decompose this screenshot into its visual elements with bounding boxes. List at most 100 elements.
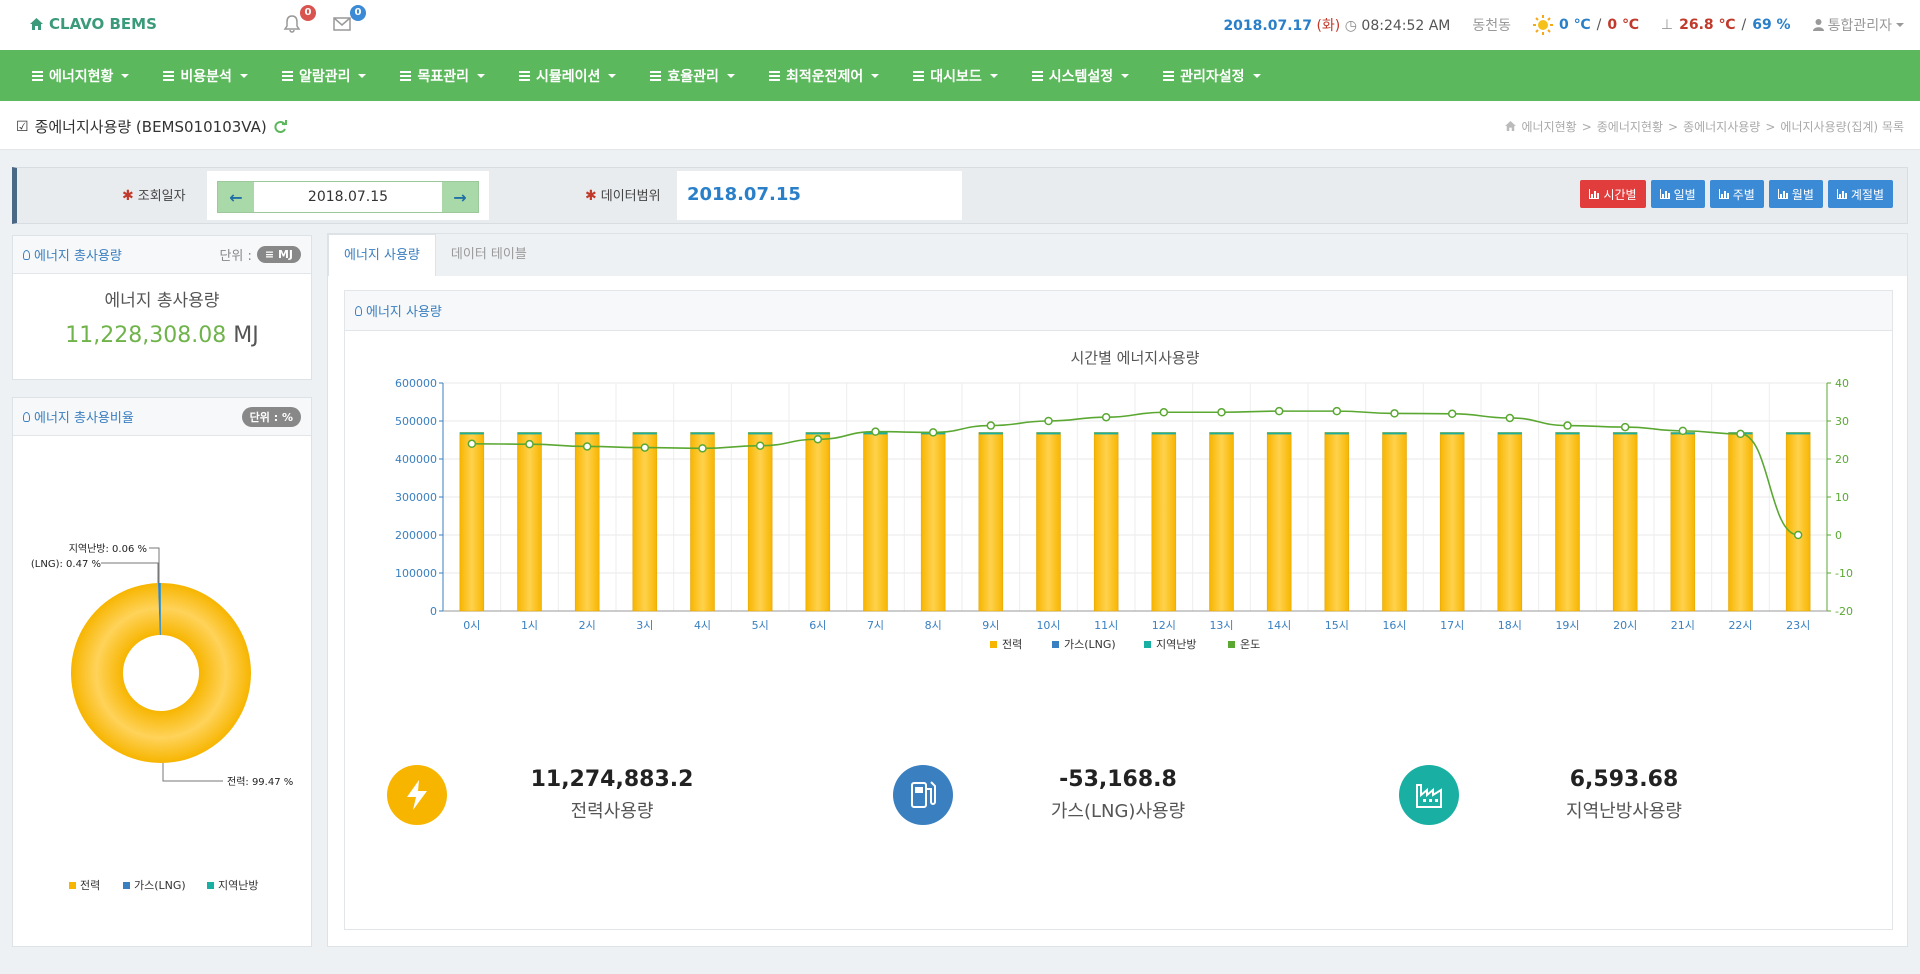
next-date-button[interactable]: → [442, 182, 478, 212]
temperature-point[interactable] [582, 442, 592, 451]
temperature-point[interactable] [1447, 409, 1457, 419]
date-input[interactable]: 2018.07.15 [254, 182, 442, 212]
bar-electric[interactable] [1036, 432, 1061, 612]
leader-line [162, 763, 223, 782]
period-button-4[interactable]: 계절별 [1827, 180, 1893, 208]
temperature-point[interactable] [928, 428, 938, 437]
temperature-point[interactable] [525, 439, 534, 449]
nav-item-2[interactable]: 알람관리 [281, 66, 367, 86]
caret-down-icon [1252, 73, 1261, 78]
bar-electric[interactable] [459, 432, 485, 612]
bar-electric[interactable] [690, 432, 715, 612]
bar-electric[interactable] [978, 432, 1004, 612]
temperature-point[interactable] [1274, 406, 1284, 416]
nav-item-0[interactable]: 에너지현황 [32, 66, 130, 86]
bar-electric[interactable] [1785, 432, 1811, 612]
nav-item-5[interactable]: 효율관리 [650, 66, 735, 86]
tab-1[interactable]: 데이터 테이블 [436, 234, 542, 276]
legend-label[interactable]: 가스(LNG) [1064, 638, 1116, 651]
breadcrumb-item[interactable]: 종에너지현황 [1597, 118, 1663, 135]
temperature-point[interactable] [986, 421, 996, 430]
bar-electric[interactable] [1612, 432, 1638, 612]
temperature-point[interactable] [640, 443, 650, 452]
temperature-point[interactable] [813, 434, 823, 444]
bar-electric[interactable] [1382, 432, 1407, 612]
nav-item-label: 에너지현황 [49, 68, 114, 85]
temperature-point[interactable] [1044, 416, 1053, 426]
total-usage-header-text: 에너지 총사용량 [34, 249, 122, 264]
breadcrumb-separator: > [1668, 119, 1679, 134]
bar-electric[interactable] [1209, 432, 1234, 612]
temperature-point[interactable] [755, 441, 765, 450]
temperature-point[interactable] [1101, 412, 1111, 422]
nav-item-1[interactable]: 비용분석 [163, 66, 248, 86]
temperature-point[interactable] [1620, 422, 1630, 432]
legend-label[interactable]: 가스(LNG) [134, 879, 186, 892]
prev-date-button[interactable]: ← [218, 182, 254, 212]
bar-district-cap [517, 432, 542, 435]
tab-0[interactable]: 에너지 사용량 [328, 234, 436, 276]
bar-electric[interactable] [805, 432, 831, 612]
period-button-3[interactable]: 월별 [1768, 180, 1823, 208]
bar-electric[interactable] [1266, 432, 1292, 612]
temperature-point[interactable] [1563, 421, 1572, 430]
alarm-button[interactable]: 0 [282, 5, 316, 36]
bar-electric[interactable] [1093, 432, 1119, 612]
temperature-point[interactable] [1793, 530, 1803, 540]
period-button-2[interactable]: 주별 [1709, 180, 1764, 208]
nav-item-6[interactable]: 최적운전제어 [768, 66, 880, 86]
temperature-point[interactable] [1505, 413, 1515, 423]
message-button[interactable]: 0 [332, 5, 366, 36]
temperature-point[interactable] [1159, 408, 1169, 417]
bar-electric[interactable] [517, 432, 542, 612]
bar-electric[interactable] [1324, 432, 1350, 612]
legend-label[interactable]: 지역난방 [218, 879, 258, 892]
breadcrumb-item[interactable]: 종에너지사용량 [1683, 118, 1760, 135]
legend-label[interactable]: 전력 [80, 879, 100, 892]
brand-logo[interactable]: CLAVO BEMS [30, 15, 157, 33]
arrow-left-icon: ← [229, 187, 243, 207]
temperature-point[interactable] [1736, 429, 1745, 439]
bar-electric[interactable] [863, 432, 888, 612]
bar-electric[interactable] [1728, 432, 1753, 612]
period-button-label: 일별 [1673, 187, 1696, 202]
bar-electric[interactable] [574, 432, 600, 612]
temperature-point[interactable] [1390, 409, 1399, 418]
period-button-label: 주별 [1732, 187, 1755, 202]
nav-item-8[interactable]: 시스템설정 [1031, 66, 1130, 86]
bar-electric[interactable] [632, 432, 658, 612]
temperature-point[interactable] [1332, 406, 1342, 416]
temperature-point[interactable] [467, 439, 477, 449]
bar-district-cap [690, 432, 715, 435]
x-tick-label: 23시 [1786, 619, 1810, 632]
nav-item-3[interactable]: 목표관리 [400, 66, 485, 86]
stat-electric-value: 11,274,883.2 [530, 767, 694, 792]
bar-electric[interactable] [920, 432, 946, 612]
breadcrumb-item[interactable]: 에너지사용량(집계) 목록 [1780, 118, 1904, 135]
nav-item-4[interactable]: 시뮬레이션 [519, 66, 617, 86]
temperature-point[interactable] [698, 444, 707, 453]
refresh-icon[interactable] [273, 119, 287, 134]
bar-electric[interactable] [1670, 432, 1696, 612]
nav-item-9[interactable]: 관리자설정 [1163, 66, 1261, 86]
bar-electric[interactable] [1555, 432, 1580, 612]
nav-item-7[interactable]: 대시보드 [913, 66, 998, 86]
temperature-point[interactable] [1217, 408, 1226, 417]
period-button-0[interactable]: 시간별 [1580, 180, 1646, 208]
donut-slice-0[interactable] [71, 583, 252, 763]
legend-label[interactable]: 전력 [1002, 638, 1022, 651]
period-button-1[interactable]: 일별 [1650, 180, 1705, 208]
header-status: 2018.07.17 (화) ◷ 08:24:52 AM 동천동 0 ℃ / 0… [1223, 15, 1904, 35]
temperature-point[interactable] [1678, 426, 1688, 436]
temperature-point[interactable] [871, 427, 880, 436]
legend-label[interactable]: 지역난방 [1156, 638, 1196, 651]
bar-electric[interactable] [1151, 432, 1177, 612]
breadcrumb-item[interactable]: 에너지현황 [1521, 118, 1576, 135]
bar-electric[interactable] [1497, 432, 1523, 612]
stat-district-label: 지역난방사용량 [1566, 801, 1682, 822]
legend-label[interactable]: 온도 [1240, 638, 1260, 651]
bar-district-cap [1613, 432, 1638, 435]
bar-electric[interactable] [747, 432, 773, 612]
user-menu[interactable]: 통합관리자 [1812, 15, 1904, 35]
bar-electric[interactable] [1439, 432, 1465, 612]
